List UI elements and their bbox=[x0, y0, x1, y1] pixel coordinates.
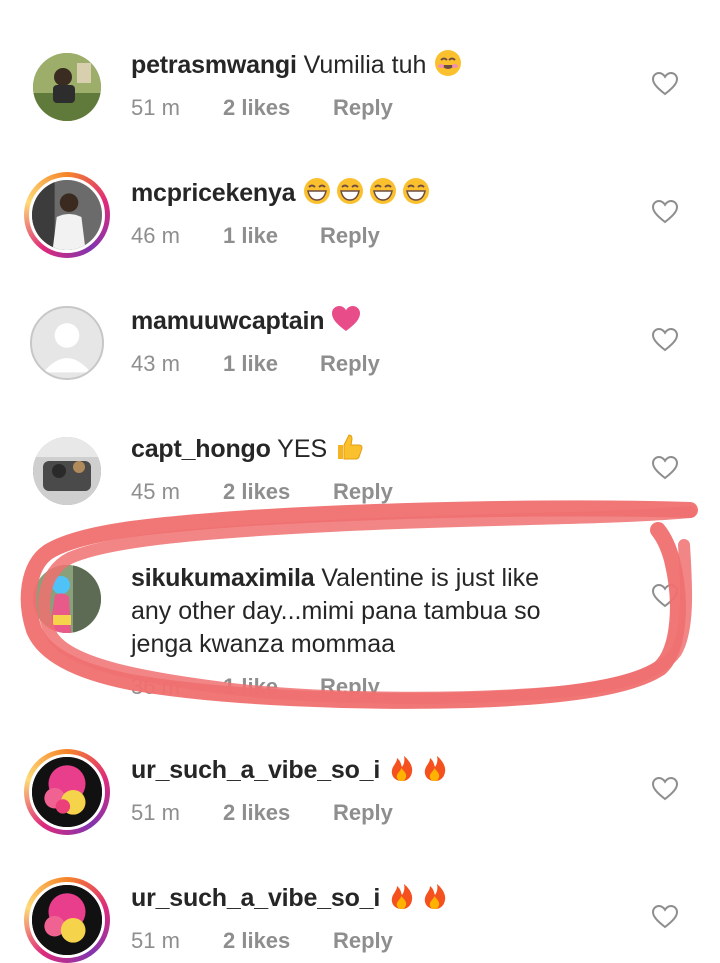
username[interactable]: mcpricekenya bbox=[131, 179, 296, 207]
username[interactable]: ur_such_a_vibe_so_i bbox=[131, 756, 380, 784]
comment-time: 51 m bbox=[131, 95, 180, 120]
username[interactable]: mamuuwcaptain bbox=[131, 307, 324, 335]
fire-icon bbox=[391, 756, 413, 781]
comment-content: sikukumaximila Valentine is just like an… bbox=[131, 562, 601, 661]
comment-time: 46 m bbox=[131, 223, 180, 248]
comment-text: Valentine is just like bbox=[321, 564, 540, 592]
username[interactable]: sikukumaximila bbox=[131, 564, 315, 592]
comment-content: petrasmwangi Vumilia tuh bbox=[131, 48, 466, 81]
default-avatar-icon bbox=[32, 308, 102, 378]
reply-button[interactable]: Reply bbox=[333, 95, 393, 121]
reply-button[interactable]: Reply bbox=[320, 674, 380, 700]
like-heart-icon[interactable] bbox=[652, 200, 678, 224]
comment-text: YES bbox=[277, 435, 328, 463]
comment-meta: 51 m 2 likes Reply bbox=[131, 800, 393, 826]
grinning-face-icon bbox=[304, 178, 331, 204]
likes-count[interactable]: 1 like bbox=[223, 674, 320, 700]
likes-count[interactable]: 1 like bbox=[223, 351, 320, 377]
username[interactable]: petrasmwangi bbox=[131, 51, 297, 79]
profile-photo bbox=[33, 437, 101, 505]
comment-content: capt_hongo YES bbox=[131, 432, 367, 465]
grinning-face-icon bbox=[403, 178, 430, 204]
comment-content: mcpricekenya bbox=[131, 176, 434, 209]
likes-count[interactable]: 2 likes bbox=[223, 479, 333, 505]
like-heart-icon[interactable] bbox=[652, 72, 678, 96]
avatar[interactable] bbox=[24, 556, 110, 642]
like-heart-icon[interactable] bbox=[652, 456, 678, 480]
fire-icon bbox=[424, 884, 446, 909]
avatar[interactable] bbox=[24, 428, 110, 514]
reply-button[interactable]: Reply bbox=[333, 928, 393, 954]
smiling-face-icon bbox=[435, 50, 462, 76]
comment-time: 43 m bbox=[131, 351, 180, 376]
comment-meta: 51 m 2 likes Reply bbox=[131, 928, 393, 954]
profile-photo bbox=[33, 53, 101, 121]
comment-time: 51 m bbox=[131, 800, 180, 825]
comment-meta: 36 m 1 like Reply bbox=[131, 674, 380, 700]
comment-time: 45 m bbox=[131, 479, 180, 504]
likes-count[interactable]: 2 likes bbox=[223, 800, 333, 826]
reply-button[interactable]: Reply bbox=[333, 479, 393, 505]
thumbs-up-icon bbox=[338, 434, 363, 460]
profile-photo bbox=[32, 180, 102, 250]
comment-text: any other day...mimi pana tambua so bbox=[131, 597, 541, 625]
grinning-face-icon bbox=[337, 178, 364, 204]
reply-button[interactable]: Reply bbox=[320, 223, 380, 249]
avatar-story-ring[interactable] bbox=[24, 172, 110, 258]
comment-content: mamuuwcaptain bbox=[131, 304, 364, 337]
avatar[interactable] bbox=[24, 300, 110, 386]
avatar-story-ring[interactable] bbox=[24, 877, 110, 963]
comment-time: 51 m bbox=[131, 928, 180, 953]
comment-meta: 43 m 1 like Reply bbox=[131, 351, 380, 377]
comment-text: jenga kwanza mommaa bbox=[131, 630, 396, 658]
comment-meta: 45 m 2 likes Reply bbox=[131, 479, 393, 505]
like-heart-icon[interactable] bbox=[652, 328, 678, 352]
username[interactable]: ur_such_a_vibe_so_i bbox=[131, 884, 380, 912]
likes-count[interactable]: 1 like bbox=[223, 223, 320, 249]
comment-text: Vumilia tuh bbox=[303, 51, 427, 79]
avatar[interactable] bbox=[24, 44, 110, 130]
like-heart-icon[interactable] bbox=[652, 777, 678, 801]
likes-count[interactable]: 2 likes bbox=[223, 95, 333, 121]
avatar-story-ring[interactable] bbox=[24, 749, 110, 835]
comment-meta: 46 m 1 like Reply bbox=[131, 223, 380, 249]
reply-button[interactable]: Reply bbox=[320, 351, 380, 377]
like-heart-icon[interactable] bbox=[652, 905, 678, 929]
username[interactable]: capt_hongo bbox=[131, 435, 271, 463]
profile-photo bbox=[32, 885, 102, 955]
comment-content: ur_such_a_vibe_so_i bbox=[131, 881, 453, 914]
reply-button[interactable]: Reply bbox=[333, 800, 393, 826]
like-heart-icon[interactable] bbox=[652, 584, 678, 608]
grinning-face-icon bbox=[370, 178, 397, 204]
comment-meta: 51 m 2 likes Reply bbox=[131, 95, 393, 121]
comment-content: ur_such_a_vibe_so_i bbox=[131, 753, 453, 786]
profile-photo bbox=[33, 565, 101, 633]
likes-count[interactable]: 2 likes bbox=[223, 928, 333, 954]
comment-time: 36 m bbox=[131, 674, 180, 699]
pink-heart-icon bbox=[332, 306, 361, 331]
fire-icon bbox=[424, 756, 446, 781]
fire-icon bbox=[391, 884, 413, 909]
profile-photo bbox=[32, 757, 102, 827]
